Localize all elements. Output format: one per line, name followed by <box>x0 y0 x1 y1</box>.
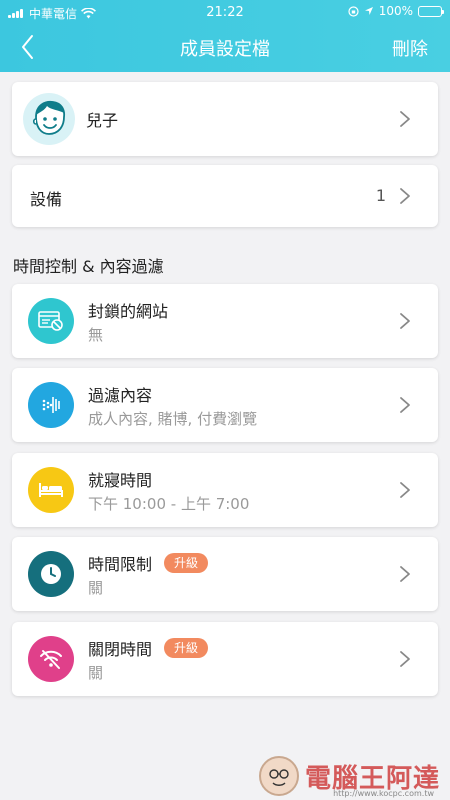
battery-percent: 100% <box>378 4 413 18</box>
content-filter-row[interactable]: 過濾內容 成人內容, 賭博, 付費瀏覽 <box>12 368 438 442</box>
battery-icon <box>418 5 444 17</box>
boy-face-icon <box>32 100 66 135</box>
chevron-right-icon <box>400 313 410 329</box>
avatar <box>23 93 75 145</box>
header: 中華電信 21:22 100% 成員設定檔 刪除 <box>0 0 450 72</box>
bedtime-row[interactable]: 就寢時間 下午 10:00 - 上午 7:00 <box>12 453 438 527</box>
mascot-logo-icon <box>258 756 299 796</box>
row-title: 封鎖的網站 <box>88 302 169 321</box>
blocked-websites-row[interactable]: 封鎖的網站 無 <box>12 284 438 358</box>
row-subtitle: 關 <box>88 579 104 597</box>
devices-count: 1 <box>375 186 386 205</box>
row-title: 過濾內容 <box>88 386 153 405</box>
devices-label: 設備 <box>30 190 63 209</box>
page-title: 成員設定檔 <box>180 39 270 60</box>
row-title: 關閉時間 <box>88 640 153 659</box>
off-time-row[interactable]: 關閉時間 升級 關 <box>12 622 438 696</box>
clock-icon <box>28 551 74 597</box>
chevron-right-icon <box>400 651 410 667</box>
status-bar: 中華電信 21:22 100% <box>0 0 450 24</box>
bed-icon <box>28 467 74 513</box>
watermark-url: http://www.kocpc.com.tw <box>333 789 434 798</box>
chevron-right-icon <box>400 397 410 413</box>
delete-button[interactable]: 刪除 <box>392 35 428 61</box>
chevron-right-icon <box>400 482 410 498</box>
row-subtitle: 關 <box>88 664 104 682</box>
profile-card[interactable]: 兒子 <box>12 82 438 156</box>
upgrade-badge[interactable]: 升級 <box>164 553 209 573</box>
content-filter-icon <box>28 382 74 428</box>
row-subtitle: 成人內容, 賭博, 付費瀏覽 <box>88 410 258 428</box>
row-title: 時間限制 <box>88 555 153 574</box>
row-subtitle: 下午 10:00 - 上午 7:00 <box>88 495 250 513</box>
profile-name: 兒子 <box>86 111 119 130</box>
chevron-right-icon <box>400 111 410 127</box>
upgrade-badge[interactable]: 升級 <box>164 638 209 658</box>
navigation-bar: 成員設定檔 刪除 <box>0 28 450 68</box>
chevron-right-icon <box>400 566 410 582</box>
blocked-website-icon <box>28 298 74 344</box>
chevron-right-icon <box>400 188 410 204</box>
watermark: 電腦王阿達 http://www.kocpc.com.tw <box>258 756 440 798</box>
row-subtitle: 無 <box>88 326 104 344</box>
row-title: 就寢時間 <box>88 471 153 490</box>
orientation-lock-icon <box>348 5 359 17</box>
devices-card[interactable]: 設備 1 <box>12 165 438 227</box>
wifi-off-icon <box>28 636 74 682</box>
section-title: 時間控制 & 內容過濾 <box>13 257 164 276</box>
time-limit-row[interactable]: 時間限制 升級 關 <box>12 537 438 611</box>
location-icon <box>364 7 373 15</box>
